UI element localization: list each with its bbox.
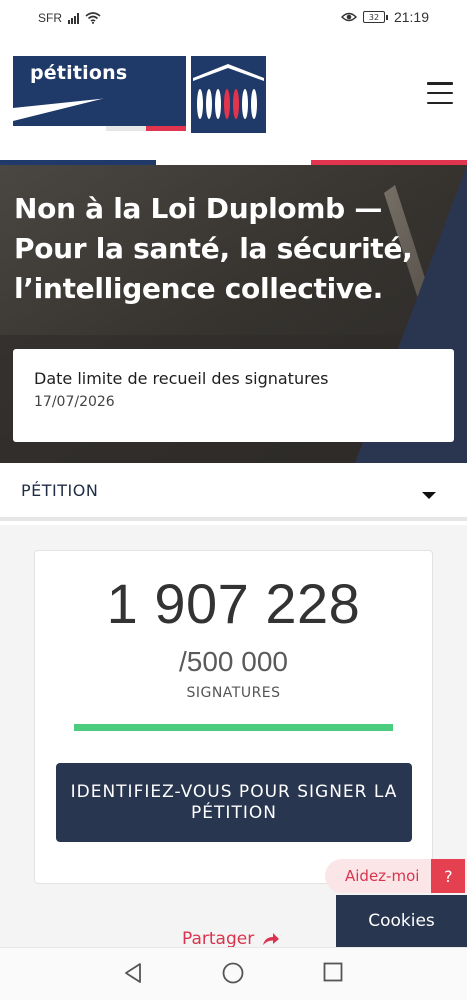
site-header: pétitions (0, 36, 467, 162)
signature-count: 1 907 228 (106, 572, 361, 635)
deadline-date: 17/07/2026 (34, 394, 115, 410)
clock: 21:19 (393, 9, 429, 25)
petition-section-label: PÉTITION (21, 481, 99, 500)
eye-comfort-icon (340, 12, 357, 22)
deadline-card: Date limite de recueil des signatures 17… (13, 349, 454, 442)
progress-fill (74, 724, 393, 731)
logo-text: pétitions (30, 62, 128, 84)
battery-icon: 32 (362, 11, 388, 23)
signal-icon (68, 12, 79, 24)
petitions-logo[interactable]: pétitions (13, 56, 266, 133)
question-icon: ? (431, 859, 466, 893)
carrier-label: SFR (38, 11, 62, 25)
recents-icon[interactable] (323, 962, 343, 982)
home-icon[interactable] (222, 962, 244, 984)
help-widget[interactable]: Aidez-moi ? (325, 859, 466, 893)
signatures-label: SIGNATURES (186, 685, 281, 701)
petition-section-toggle[interactable]: PÉTITION (0, 463, 467, 521)
petition-title: Non à la Loi Duplomb — Pour la santé, la… (14, 192, 413, 305)
share-label: Partager (182, 929, 255, 949)
back-icon[interactable] (123, 962, 143, 984)
hamburger-menu-icon[interactable] (427, 82, 453, 104)
signature-goal: /500 000 (179, 646, 288, 677)
hero-banner: Non à la Loi Duplomb — Pour la santé, la… (0, 165, 467, 463)
sign-petition-button[interactable]: IDENTIFIEZ-VOUS POUR SIGNER LA PÉTITION (56, 763, 412, 842)
caret-down-icon (422, 492, 436, 499)
signature-counter-card: 1 907 228 /500 000 SIGNATURES IDENTIFIEZ… (34, 550, 433, 884)
cookies-button[interactable]: Cookies (336, 895, 467, 947)
signature-progress-bar (74, 724, 393, 731)
share-arrow-icon (263, 933, 280, 945)
system-nav-bar (0, 947, 467, 1000)
wifi-icon (85, 12, 101, 24)
share-button[interactable]: Partager (182, 929, 280, 949)
help-label: Aidez-moi (325, 859, 432, 893)
deadline-label: Date limite de recueil des signatures (34, 369, 329, 388)
status-bar: SFR 32 21:19 (0, 0, 467, 36)
